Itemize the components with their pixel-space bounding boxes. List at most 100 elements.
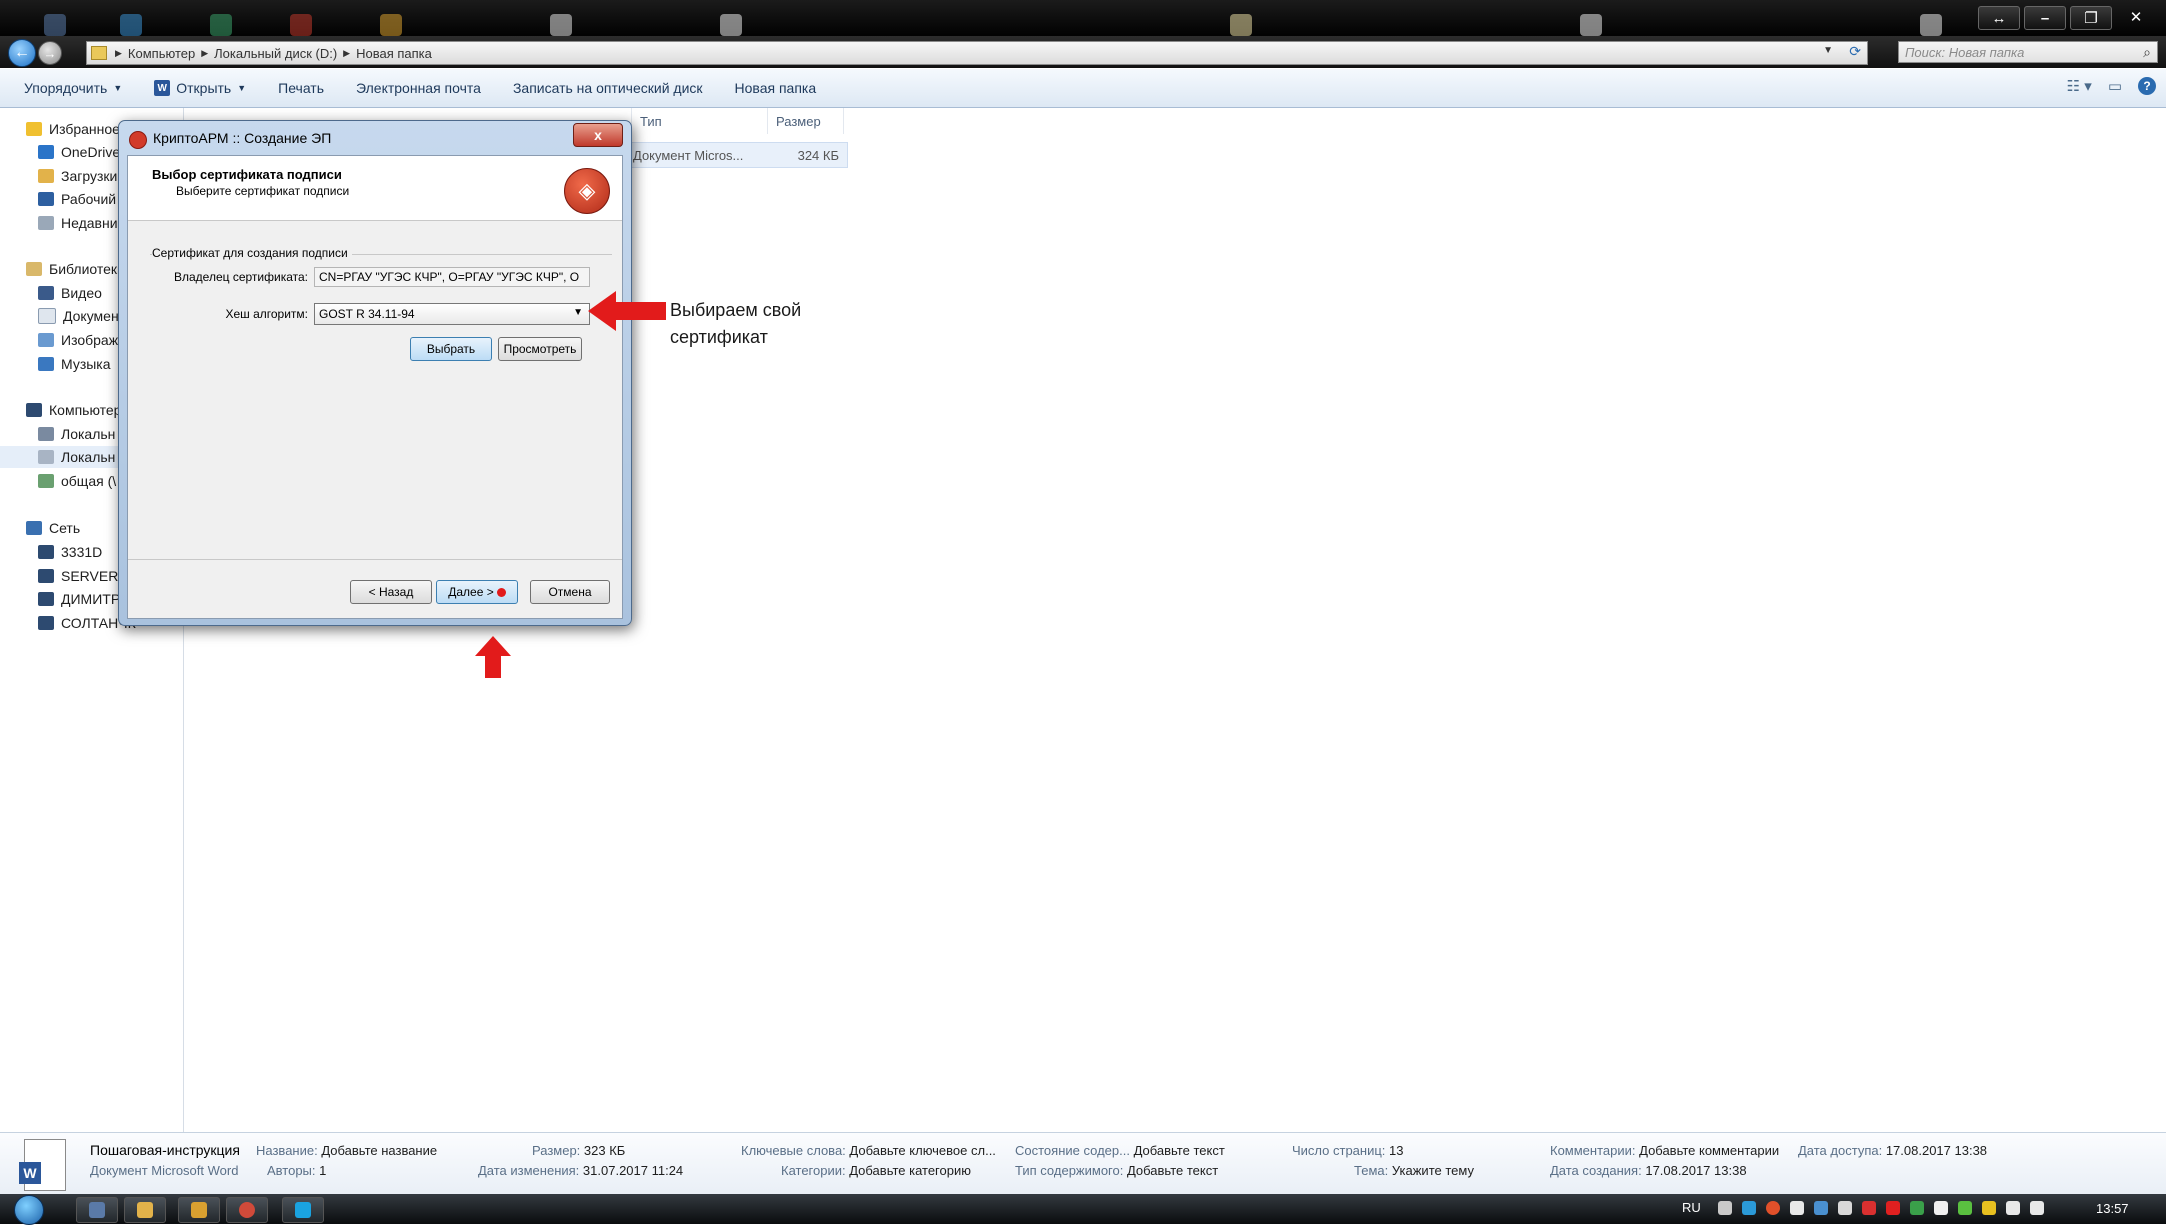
computer-icon	[38, 592, 54, 606]
print-button[interactable]: Печать	[262, 80, 340, 96]
view-certificate-button[interactable]: Просмотреть	[498, 337, 582, 361]
network-icon[interactable]	[2006, 1201, 2020, 1215]
help-icon[interactable]: ?	[2138, 77, 2156, 95]
next-wizard-button[interactable]: Далее >	[436, 580, 518, 604]
tray-icon[interactable]	[1910, 1201, 1924, 1215]
preview-pane-icon[interactable]: ▭	[2108, 77, 2122, 95]
hash-algorithm-select[interactable]: GOST R 34.11-94 ▼	[314, 303, 590, 325]
details-authors[interactable]: Авторы: 1	[267, 1163, 326, 1178]
hash-label: Хеш алгоритм:	[225, 307, 308, 321]
chevron-right-icon[interactable]: ▶	[115, 48, 122, 59]
open-button[interactable]: W Открыть ▼	[138, 80, 262, 96]
back-button[interactable]: ←	[8, 39, 36, 67]
breadcrumb-local-disk[interactable]: Локальный диск (D:)	[208, 46, 343, 61]
details-key: Тип содержимого:	[1015, 1163, 1124, 1178]
details-status[interactable]: Состояние содер... Добавьте текст	[1015, 1143, 1225, 1158]
breadcrumb-new-folder[interactable]: Новая папка	[350, 46, 438, 61]
back-wizard-button[interactable]: < Назад	[350, 580, 432, 604]
chevron-down-icon: ▼	[113, 83, 123, 93]
details-key: Дата создания:	[1550, 1163, 1642, 1178]
folder-icon	[91, 46, 107, 60]
word-document-icon: W	[19, 1139, 66, 1191]
email-label: Электронная почта	[356, 80, 481, 96]
column-header-size[interactable]: Размер	[768, 108, 844, 134]
details-file-name: Пошаговая-инструкция	[90, 1142, 240, 1158]
nav-label: SERVER	[61, 568, 119, 584]
details-title[interactable]: Название: Добавьте название	[256, 1143, 437, 1158]
background-icon	[720, 14, 742, 36]
tray-icon[interactable]	[1814, 1201, 1828, 1215]
close-window-button[interactable]: ✕	[2116, 6, 2156, 28]
restore-size-icon[interactable]: ↔	[1978, 6, 2020, 30]
taskbar-app-explorer[interactable]	[124, 1197, 166, 1223]
refresh-icon[interactable]: ⟳	[1849, 43, 1861, 60]
details-pane: W Пошаговая-инструкция Документ Microsof…	[0, 1132, 2166, 1195]
chevron-down-icon[interactable]: ▼	[1823, 45, 1833, 56]
language-indicator[interactable]: RU	[1682, 1200, 1701, 1215]
details-value: Добавьте название	[321, 1143, 438, 1158]
details-key: Название:	[256, 1143, 318, 1158]
details-categories[interactable]: Категории: Добавьте категорию	[781, 1163, 971, 1178]
new-folder-button[interactable]: Новая папка	[719, 80, 833, 96]
chevron-down-icon[interactable]: ▼	[573, 307, 583, 318]
cancel-wizard-button[interactable]: Отмена	[530, 580, 610, 604]
search-icon[interactable]: ⌕	[2143, 44, 2151, 61]
next-label: Далее >	[448, 585, 494, 599]
picture-icon	[38, 333, 54, 347]
window-titlebar: ↔ – ❐ ✕	[0, 0, 2166, 38]
volume-icon[interactable]	[2030, 1201, 2044, 1215]
nav-label: 3331D	[61, 544, 103, 560]
tray-icon[interactable]	[1838, 1201, 1852, 1215]
taskbar-app-browser[interactable]	[226, 1197, 268, 1223]
maximize-button[interactable]: ❐	[2070, 6, 2112, 30]
tray-icon[interactable]	[1886, 1201, 1900, 1215]
tray-icon[interactable]	[1766, 1201, 1780, 1215]
select-certificate-button[interactable]: Выбрать	[410, 337, 492, 361]
taskbar-app-media[interactable]	[178, 1197, 220, 1223]
group-label: Сертификат для создания подписи	[152, 246, 352, 260]
nav-label: Загрузки	[61, 168, 118, 184]
tray-icon[interactable]	[1718, 1201, 1732, 1215]
details-comments[interactable]: Комментарии: Добавьте комментарии	[1550, 1143, 1779, 1158]
annotation-arrow-left-icon	[588, 291, 666, 331]
tray-icon[interactable]	[1790, 1201, 1804, 1215]
background-icon	[1580, 14, 1602, 36]
breadcrumb-computer[interactable]: Компьютер	[122, 46, 201, 61]
video-icon	[38, 286, 54, 300]
command-bar: Упорядочить ▼ W Открыть ▼ Печать Электро…	[0, 69, 2166, 108]
column-header-type[interactable]: Тип	[632, 108, 768, 134]
taskbar-app-skype[interactable]	[282, 1197, 324, 1223]
tray-icon[interactable]	[1934, 1201, 1948, 1215]
minimize-button[interactable]: –	[2024, 6, 2066, 30]
certificate-owner-field[interactable]: CN=РГАУ "УГЭС КЧР", O=РГАУ "УГЭС КЧР", O	[314, 267, 590, 287]
details-size: Размер: 323 КБ	[532, 1143, 625, 1158]
details-keywords[interactable]: Ключевые слова: Добавьте ключевое сл...	[741, 1143, 996, 1158]
view-options-icon[interactable]: ☷ ▾	[2067, 77, 2092, 95]
tray-icon[interactable]	[1742, 1201, 1756, 1215]
details-content-type[interactable]: Тип содержимого: Добавьте текст	[1015, 1163, 1218, 1178]
forward-button[interactable]: →	[38, 41, 62, 65]
dialog-close-button[interactable]: x	[573, 123, 623, 147]
taskbar-app-show-desktop[interactable]	[76, 1197, 118, 1223]
nav-label: Докумен	[63, 308, 119, 324]
chevron-right-icon[interactable]: ▶	[343, 48, 350, 59]
details-value: Укажите тему	[1391, 1163, 1474, 1178]
wizard-header: Выбор сертификата подписи Выберите серти…	[128, 156, 622, 221]
burn-disc-button[interactable]: Записать на оптический диск	[497, 80, 719, 96]
computer-icon	[38, 616, 54, 630]
details-subject[interactable]: Тема: Укажите тему	[1354, 1163, 1474, 1178]
file-row[interactable]: Документ Micros... 324 КБ	[628, 142, 848, 168]
email-button[interactable]: Электронная почта	[340, 80, 497, 96]
organize-button[interactable]: Упорядочить ▼	[0, 80, 138, 96]
tray-icon[interactable]	[1958, 1201, 1972, 1215]
breadcrumb[interactable]: ▶ Компьютер ▶ Локальный диск (D:) ▶ Нова…	[86, 41, 1868, 65]
organize-label: Упорядочить	[24, 80, 108, 96]
search-input[interactable]: Поиск: Новая папка ⌕	[1898, 41, 2158, 63]
chevron-right-icon[interactable]: ▶	[201, 48, 208, 59]
tray-icon[interactable]	[1982, 1201, 1996, 1215]
tray-icon[interactable]	[1862, 1201, 1876, 1215]
start-button[interactable]	[14, 1195, 44, 1225]
clock[interactable]: 13:57	[2096, 1201, 2129, 1216]
nav-label: OneDrive	[61, 144, 121, 160]
network-drive-icon	[38, 474, 54, 488]
